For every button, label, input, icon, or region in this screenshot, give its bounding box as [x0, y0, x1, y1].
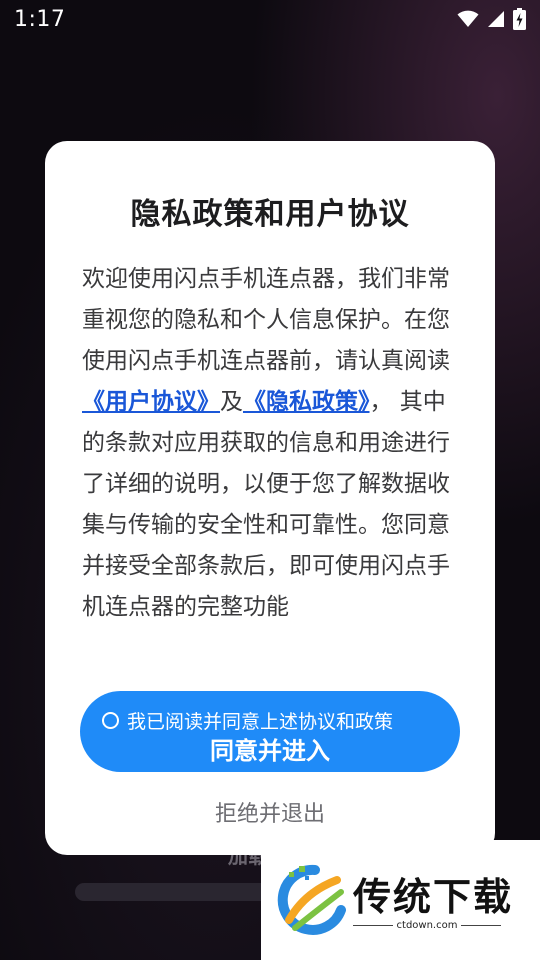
watermark-brand-text: 传统下载	[353, 875, 514, 919]
battery-charging-icon	[513, 8, 526, 30]
body-conjunction-text: 及	[220, 389, 243, 415]
consent-checkbox-row[interactable]: 我已阅读并同意上述协议和政策	[102, 707, 393, 734]
privacy-dialog: 隐私政策和用户协议 欢迎使用闪点手机连点器，我们非常重视您的隐私和个人信息保护。…	[45, 141, 495, 855]
privacy-policy-link[interactable]: 《隐私政策》	[243, 389, 370, 415]
accept-button-label: 同意并进入	[210, 737, 330, 765]
watermark-url: ctdown.com	[353, 920, 501, 931]
body-outro-text: ， 其中的条款对应用获取的信息和用途进行了详细的说明，以便于您了解数据收集与传输…	[82, 389, 450, 620]
status-icons	[457, 8, 526, 30]
reject-and-exit-button[interactable]: 拒绝并退出	[45, 796, 495, 828]
watermark-url-text: ctdown.com	[396, 920, 458, 931]
watermark-logo-icon	[275, 862, 347, 942]
wifi-icon	[457, 10, 479, 28]
status-bar: 1:17	[0, 0, 540, 38]
consent-label: 我已阅读并同意上述协议和政策	[127, 711, 394, 733]
status-time: 1:17	[14, 6, 66, 32]
watermark: 传统下载 ctdown.com	[261, 840, 540, 960]
signal-icon	[487, 10, 505, 28]
consent-radio-icon[interactable]	[102, 712, 119, 729]
body-intro-text: 欢迎使用闪点手机连点器，我们非常重视您的隐私和个人信息保护。在您使用闪点手机连点…	[82, 266, 450, 374]
accept-and-enter-button[interactable]: 我已阅读并同意上述协议和政策 同意并进入	[80, 691, 460, 772]
user-agreement-link[interactable]: 《用户协议》	[82, 389, 220, 415]
dialog-body: 欢迎使用闪点手机连点器，我们非常重视您的隐私和个人信息保护。在您使用闪点手机连点…	[82, 259, 462, 628]
dialog-title: 隐私政策和用户协议	[130, 197, 410, 232]
